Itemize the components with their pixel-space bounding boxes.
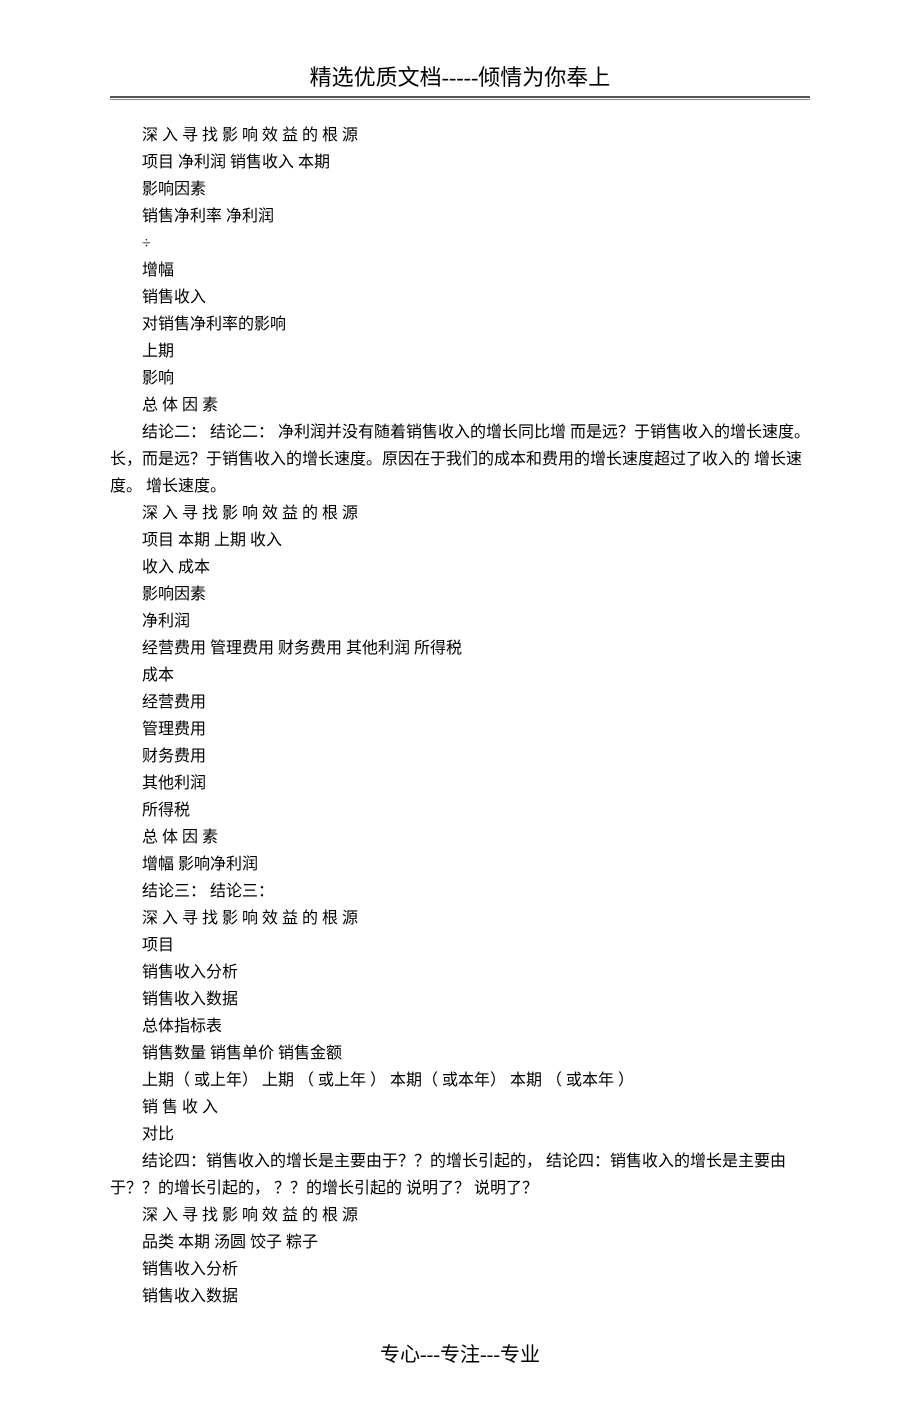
- body-line: 总体指标表: [110, 1013, 810, 1040]
- document-body: 深 入 寻 找 影 响 效 益 的 根 源 项目 净利润 销售收入 本期 影响因…: [110, 122, 810, 1310]
- body-line: 影响: [110, 365, 810, 392]
- body-line: 上期（ 或上年） 上期 （ 或上年 ） 本期（ 或本年） 本期 （ 或本年 ）: [110, 1067, 810, 1094]
- conclusion-4-text: 结论四：销售收入的增长是主要由于？？的增长引起的， 结论四：销售收入的增长是主要…: [110, 1153, 786, 1197]
- body-line: 销售收入数据: [110, 986, 810, 1013]
- body-line: 深 入 寻 找 影 响 效 益 的 根 源: [110, 1202, 810, 1229]
- body-line: 增幅: [110, 257, 810, 284]
- body-line: 项目 净利润 销售收入 本期: [110, 149, 810, 176]
- document-page: 精选优质文档-----倾情为你奉上 深 入 寻 找 影 响 效 益 的 根 源 …: [0, 0, 920, 1407]
- body-line: 其他利润: [110, 770, 810, 797]
- body-line: 品类 本期 汤圆 饺子 粽子: [110, 1229, 810, 1256]
- body-line: 所得税: [110, 797, 810, 824]
- body-line: 净利润: [110, 608, 810, 635]
- header-rule-top: [110, 96, 810, 98]
- body-line: 上期: [110, 338, 810, 365]
- page-footer: 专心---专注---专业: [110, 1338, 810, 1367]
- body-line: 对销售净利率的影响: [110, 311, 810, 338]
- body-line: 项目: [110, 932, 810, 959]
- body-line: 销售数量 销售单价 销售金额: [110, 1040, 810, 1067]
- body-line: 深 入 寻 找 影 响 效 益 的 根 源: [110, 905, 810, 932]
- body-line: 销售收入分析: [110, 1256, 810, 1283]
- body-line: 销售净利率 净利润: [110, 203, 810, 230]
- body-line: 结论三： 结论三：: [110, 878, 810, 905]
- conclusion-2: 结论二： 结论二： 净利润并没有随着销售收入的增长同比增 而是远？于销售收入的增…: [110, 419, 810, 500]
- body-line: 影响因素: [110, 176, 810, 203]
- body-line: 深 入 寻 找 影 响 效 益 的 根 源: [110, 122, 810, 149]
- body-line: 经营费用 管理费用 财务费用 其他利润 所得税: [110, 635, 810, 662]
- body-line: 总 体 因 素: [110, 824, 810, 851]
- body-line: 对比: [110, 1121, 810, 1148]
- body-line: 销售收入数据: [110, 1283, 810, 1310]
- conclusion-2-text: 结论二： 结论二： 净利润并没有随着销售收入的增长同比增 而是远？于销售收入的增…: [110, 424, 810, 495]
- body-line: 项目 本期 上期 收入: [110, 527, 810, 554]
- body-line: 经营费用: [110, 689, 810, 716]
- body-line: 增幅 影响净利润: [110, 851, 810, 878]
- body-line: 影响因素: [110, 581, 810, 608]
- conclusion-4: 结论四：销售收入的增长是主要由于？？的增长引起的， 结论四：销售收入的增长是主要…: [110, 1148, 810, 1202]
- body-line: 深 入 寻 找 影 响 效 益 的 根 源: [110, 500, 810, 527]
- body-line: 收入 成本: [110, 554, 810, 581]
- body-line: 总 体 因 素: [110, 392, 810, 419]
- body-line: 成本: [110, 662, 810, 689]
- body-line: 销售收入: [110, 284, 810, 311]
- body-line: 销售收入分析: [110, 959, 810, 986]
- body-line: ÷: [110, 230, 810, 257]
- body-line: 销 售 收 入: [110, 1094, 810, 1121]
- body-line: 管理费用: [110, 716, 810, 743]
- page-header: 精选优质文档-----倾情为你奉上: [110, 60, 810, 92]
- header-rule-bottom: [110, 99, 810, 100]
- body-line: 财务费用: [110, 743, 810, 770]
